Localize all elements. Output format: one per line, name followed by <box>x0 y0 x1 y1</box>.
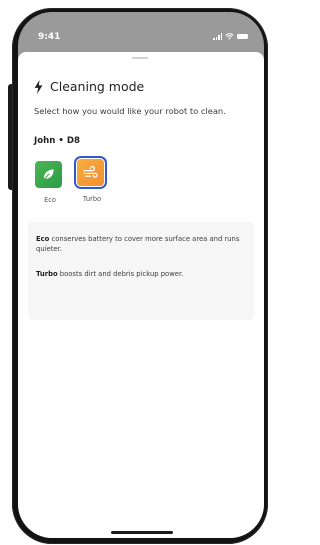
device-name: John • D8 <box>34 136 80 146</box>
page-subtitle: Select how you would like your robot to … <box>34 106 226 116</box>
status-icons <box>213 33 248 40</box>
status-time: 9:41 <box>38 32 61 42</box>
wind-icon <box>83 166 98 178</box>
leaf-icon <box>43 169 54 180</box>
mode-label-eco: Eco <box>44 196 56 204</box>
sheet-grab-handle[interactable] <box>132 57 148 59</box>
phone-screen: 9:41 Cleaning mode Select how you would … <box>18 12 264 538</box>
eco-description: Eco conserves battery to cover more surf… <box>36 235 250 254</box>
status-bar: 9:41 <box>18 12 264 52</box>
battery-icon <box>237 34 248 39</box>
wifi-icon <box>225 33 234 40</box>
eco-description-term: Eco <box>36 235 50 243</box>
eco-mode-tile[interactable] <box>35 161 62 188</box>
turbo-description-term: Turbo <box>36 270 58 278</box>
eco-description-text: conserves battery to cover more surface … <box>36 235 240 253</box>
mode-label-turbo: Turbo <box>82 195 102 203</box>
turbo-mode-tile[interactable] <box>74 156 107 189</box>
device-frame: 9:41 Cleaning mode Select how you would … <box>0 0 270 545</box>
signal-icon <box>213 33 222 40</box>
mode-info-card: Eco conserves battery to cover more surf… <box>28 222 254 320</box>
page-title: Cleaning mode <box>50 79 145 94</box>
bolt-icon <box>34 80 43 94</box>
turbo-description: Turbo boosts dirt and debris pickup powe… <box>36 270 250 280</box>
home-indicator[interactable] <box>111 531 173 534</box>
mode-option-eco[interactable]: Eco <box>33 159 67 207</box>
mode-option-turbo[interactable]: Turbo <box>74 156 111 207</box>
turbo-description-text: boosts dirt and debris pickup power. <box>57 270 184 278</box>
cleaning-mode-sheet: Cleaning mode Select how you would like … <box>18 52 264 538</box>
